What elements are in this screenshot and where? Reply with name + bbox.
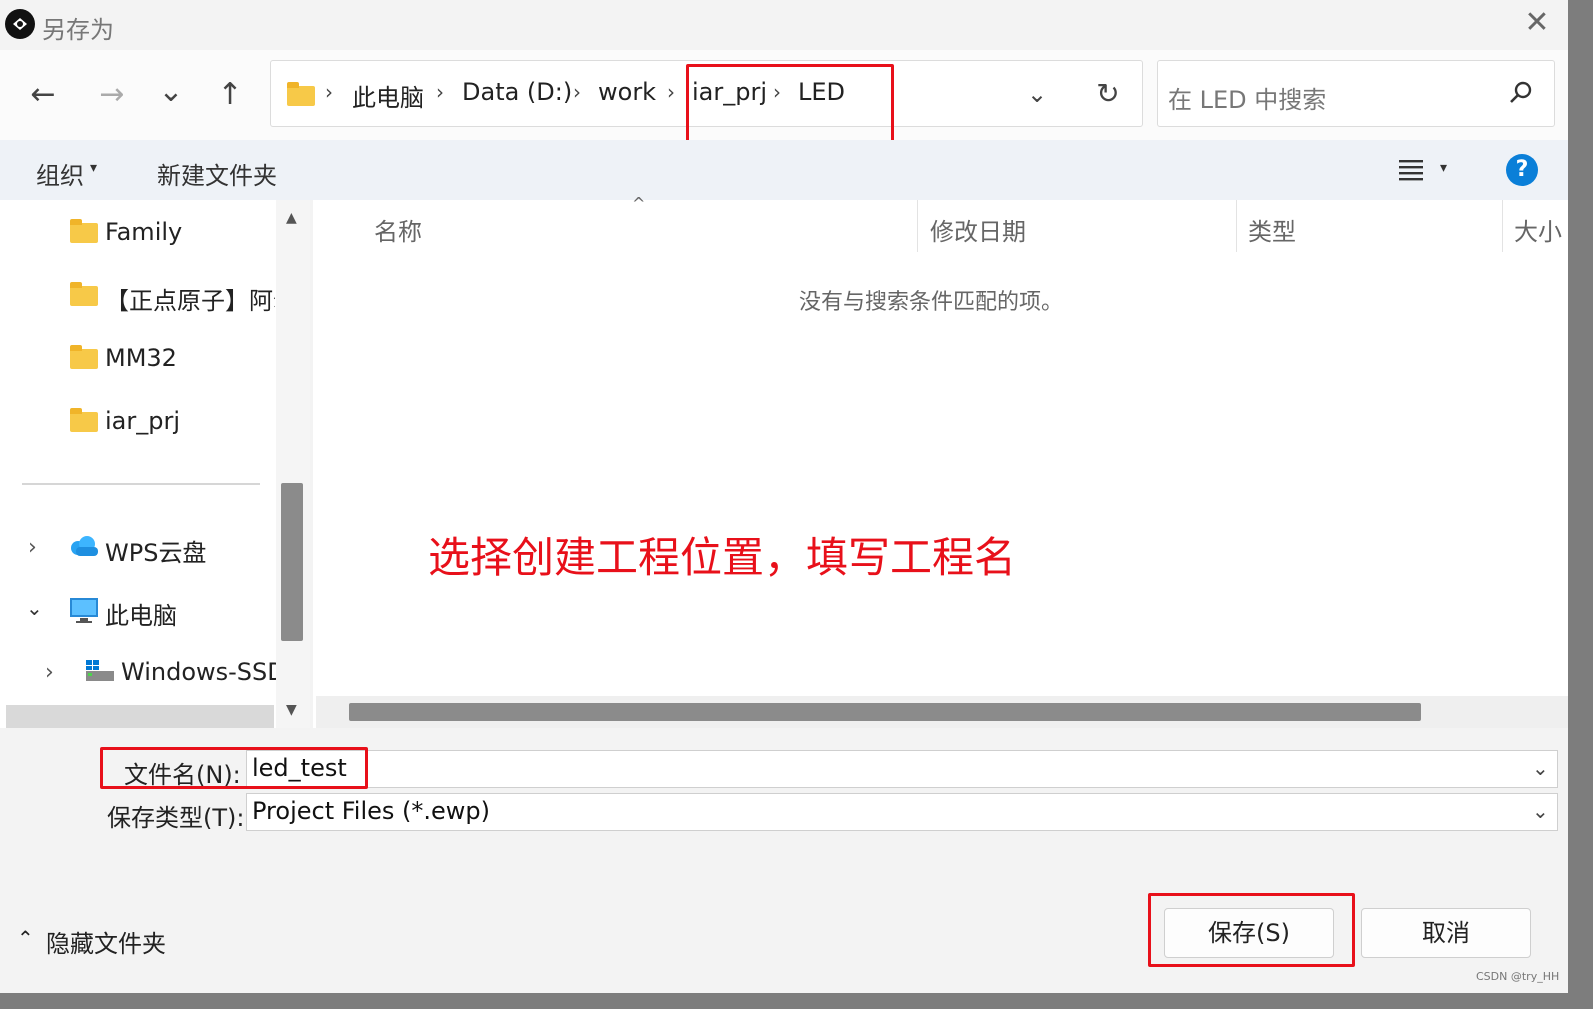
column-header-name[interactable]: 名称	[374, 212, 422, 247]
nav-divider	[22, 483, 260, 485]
computer-icon	[69, 597, 99, 629]
breadcrumb-separator-icon: ›	[436, 80, 444, 104]
save-button-highlight-box	[1148, 893, 1355, 967]
scroll-up-icon[interactable]: ▲	[286, 210, 297, 226]
filetype-label: 保存类型(T):	[107, 804, 245, 832]
breadcrumb-separator-icon: ›	[667, 80, 675, 104]
drive-icon	[84, 659, 116, 689]
sort-ascending-icon: ^	[632, 194, 646, 213]
expand-chevron-icon[interactable]: ›	[45, 660, 54, 685]
nav-item-windows-ssd[interactable]: Windows-SSD	[121, 658, 276, 686]
breadcrumb-separator-icon: ›	[573, 80, 581, 104]
up-arrow-icon[interactable]: ↑	[210, 75, 250, 115]
hide-folders-chevron-icon[interactable]: ⌃	[17, 926, 34, 950]
save-as-dialog: 另存为 ✕ ← → ⌄ ↑ › 此电脑 › Data (D:) › work ›…	[0, 0, 1568, 993]
title-bar	[0, 0, 1568, 50]
folder-icon	[70, 345, 98, 369]
app-icon	[5, 9, 35, 39]
window-title: 另存为	[42, 16, 114, 44]
cancel-button[interactable]: 取消	[1361, 908, 1531, 958]
new-folder-button[interactable]: 新建文件夹	[157, 156, 277, 191]
nav-item-this-pc[interactable]: 此电脑	[105, 596, 177, 631]
close-icon[interactable]: ✕	[1520, 6, 1554, 40]
column-header-size[interactable]: 大小	[1514, 212, 1568, 247]
hide-folders-toggle[interactable]: 隐藏文件夹	[46, 924, 166, 959]
back-arrow-icon[interactable]: ←	[23, 75, 63, 115]
empty-list-message: 没有与搜索条件匹配的项。	[799, 290, 1064, 315]
organize-dropdown-icon[interactable]: ▾	[90, 160, 97, 176]
search-input-placeholder[interactable]: 在 LED 中搜索	[1168, 80, 1326, 115]
filename-combobox[interactable]	[246, 750, 1558, 788]
recent-locations-chevron-icon[interactable]: ⌄	[151, 72, 191, 112]
column-divider[interactable]	[1236, 200, 1237, 252]
folder-icon	[287, 82, 315, 106]
address-dropdown-chevron-icon[interactable]: ⌄	[1017, 74, 1057, 114]
refresh-icon[interactable]: ↻	[1088, 74, 1128, 114]
folder-icon	[70, 408, 98, 432]
breadcrumb-this-pc[interactable]: 此电脑	[352, 78, 424, 113]
collapse-chevron-icon[interactable]: ⌄	[26, 596, 43, 620]
organize-button[interactable]: 组织	[36, 156, 84, 191]
nav-item-selected-partial[interactable]	[6, 705, 274, 728]
filetype-dropdown-chevron-icon[interactable]: ⌄	[1532, 799, 1549, 823]
breadcrumb-data-d[interactable]: Data (D:)	[462, 78, 572, 106]
search-icon[interactable]	[1508, 80, 1534, 110]
filename-highlight-box	[100, 747, 368, 789]
view-list-icon[interactable]	[1397, 157, 1425, 185]
watermark: CSDN @try_HH	[1476, 970, 1560, 983]
folder-icon	[70, 219, 98, 243]
folder-icon	[70, 282, 98, 306]
column-divider[interactable]	[1502, 200, 1503, 252]
nav-scrollbar-thumb[interactable]	[281, 483, 303, 641]
column-header-date[interactable]: 修改日期	[930, 212, 1026, 247]
scroll-down-icon[interactable]: ▼	[286, 702, 297, 718]
filename-dropdown-chevron-icon[interactable]: ⌄	[1532, 756, 1549, 780]
nav-item-iar-prj[interactable]: iar_prj	[105, 407, 180, 435]
cloud-icon	[68, 534, 100, 562]
horizontal-scrollbar-thumb[interactable]	[349, 703, 1421, 721]
breadcrumb-work[interactable]: work	[598, 78, 656, 106]
nav-item-family[interactable]: Family	[105, 218, 182, 246]
breadcrumb-separator-icon: ›	[325, 80, 333, 104]
filetype-select-value[interactable]: Project Files (*.ewp)	[252, 797, 490, 825]
nav-item-zhengdian[interactable]: 【正点原子】阿尔	[105, 281, 275, 316]
nav-item-mm32[interactable]: MM32	[105, 344, 177, 372]
breadcrumb-highlight-box	[686, 64, 894, 144]
help-icon[interactable]: ?	[1506, 154, 1538, 186]
file-list-pane	[313, 200, 1568, 728]
nav-item-wps-cloud[interactable]: WPS云盘	[105, 533, 206, 568]
column-divider[interactable]	[917, 200, 918, 252]
view-options-dropdown-icon[interactable]: ▾	[1440, 160, 1447, 176]
nav-scrollbar[interactable]	[276, 200, 310, 728]
forward-arrow-icon[interactable]: →	[92, 75, 132, 115]
navigation-pane	[0, 200, 310, 728]
expand-chevron-icon[interactable]: ›	[28, 535, 37, 560]
annotation-text: 选择创建工程位置，填写工程名	[428, 533, 1017, 582]
column-header-type[interactable]: 类型	[1248, 212, 1296, 247]
